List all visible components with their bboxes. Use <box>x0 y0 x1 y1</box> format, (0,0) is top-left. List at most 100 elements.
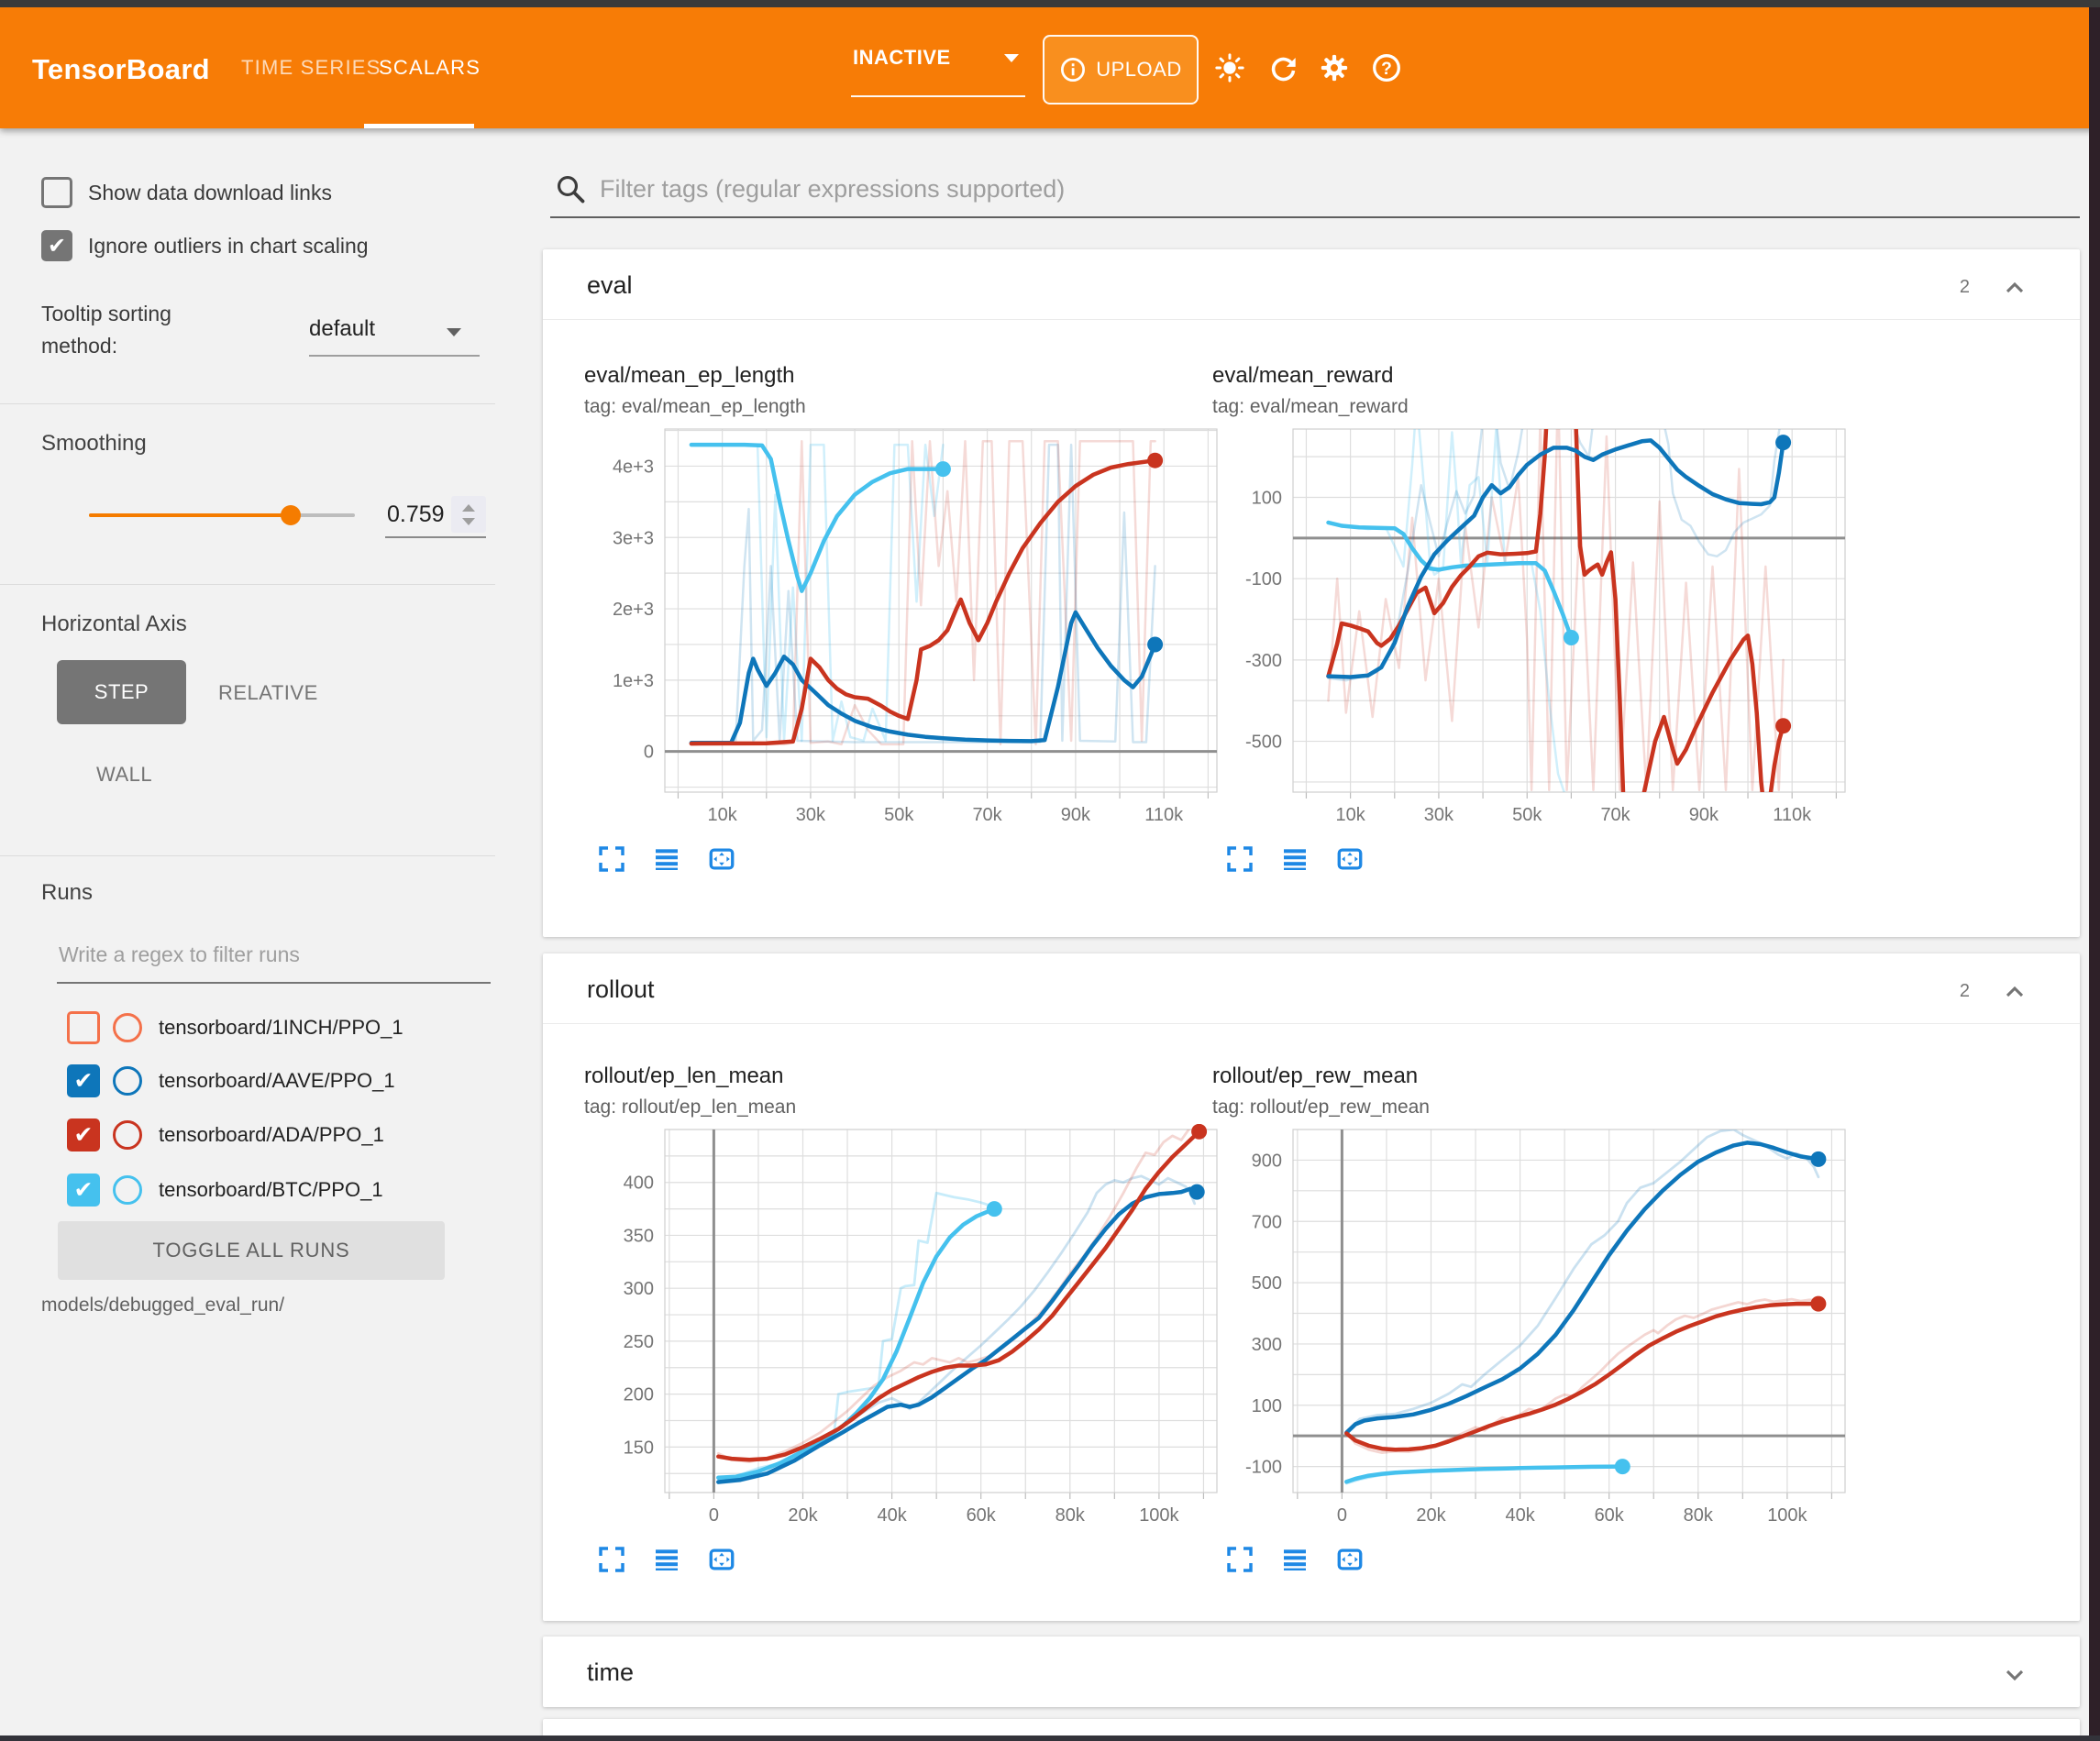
run-checkbox[interactable]: ✔ <box>67 1174 100 1207</box>
sidebar-divider <box>0 403 495 404</box>
run-color-circle[interactable] <box>113 1066 142 1096</box>
svg-text:10k: 10k <box>1335 805 1365 825</box>
fit-domain-icon[interactable] <box>707 1545 738 1576</box>
run-label: tensorboard/ADA/PPO_1 <box>159 1123 384 1147</box>
axis-relative-button[interactable]: RELATIVE <box>218 681 318 705</box>
expand-chart-icon[interactable] <box>1225 844 1256 876</box>
refresh-icon[interactable] <box>1266 51 1299 84</box>
section-title: time <box>587 1658 634 1687</box>
svg-text:0: 0 <box>1337 1505 1347 1526</box>
smoothing-stepper[interactable] <box>451 496 486 533</box>
section-header-time[interactable]: time <box>543 1636 2080 1706</box>
section-header-divider <box>543 319 2080 320</box>
section-card-partial <box>543 1719 2080 1736</box>
svg-text:400: 400 <box>624 1174 654 1194</box>
expand-chart-icon[interactable] <box>597 1545 628 1576</box>
svg-text:3e+3: 3e+3 <box>613 528 654 548</box>
filter-tags-input[interactable] <box>598 165 1977 213</box>
svg-text:100k: 100k <box>1767 1505 1807 1526</box>
svg-text:700: 700 <box>1252 1212 1282 1232</box>
svg-text:110k: 110k <box>1773 805 1812 825</box>
expand-chart-icon[interactable] <box>1225 1545 1256 1576</box>
axis-wall-button[interactable]: WALL <box>96 763 152 787</box>
svg-text:50k: 50k <box>1512 805 1542 825</box>
section-header-eval[interactable]: eval 2 <box>543 249 2080 319</box>
svg-text:300: 300 <box>624 1279 654 1299</box>
ignore-outliers-checkbox[interactable]: ✔ <box>41 230 72 261</box>
app-header: TensorBoard TIME SERIES SCALARS INACTIVE… <box>0 7 2100 128</box>
svg-text:900: 900 <box>1252 1151 1282 1171</box>
collapse-chevron-up-icon[interactable] <box>2000 273 2029 303</box>
run-label: tensorboard/BTC/PPO_1 <box>159 1178 383 1202</box>
svg-text:110k: 110k <box>1144 805 1184 825</box>
svg-text:30k: 30k <box>796 805 826 825</box>
svg-text:-300: -300 <box>1245 651 1282 671</box>
chart-tag: tag: rollout/ep_len_mean <box>584 1096 1226 1118</box>
help-icon[interactable]: ? <box>1370 51 1403 84</box>
fit-domain-icon[interactable] <box>1335 1545 1366 1576</box>
svg-text:30k: 30k <box>1424 805 1454 825</box>
info-icon <box>1059 56 1087 83</box>
run-row-1inch: ✔ tensorboard/1INCH/PPO_1 <box>0 1011 403 1044</box>
data-table-icon[interactable] <box>652 1545 683 1576</box>
brightness-icon[interactable] <box>1213 51 1246 84</box>
fit-domain-icon[interactable] <box>707 844 738 876</box>
fit-domain-icon[interactable] <box>1335 844 1366 876</box>
stepper-down-icon[interactable] <box>462 518 475 525</box>
svg-text:4e+3: 4e+3 <box>613 457 654 477</box>
line-chart-eval-mean-ep-length[interactable]: 01e+32e+33e+34e+310k30k50k70k90k110k <box>584 424 1226 832</box>
stepper-up-icon[interactable] <box>462 504 475 512</box>
runs-filter-input[interactable] <box>57 935 482 974</box>
run-color-circle[interactable] <box>113 1120 142 1150</box>
tooltip-sorting-caret-icon <box>447 328 461 336</box>
section-header-rollout[interactable]: rollout 2 <box>543 953 2080 1023</box>
data-table-icon[interactable] <box>1280 844 1311 876</box>
expand-chart-icon[interactable] <box>597 844 628 876</box>
toggle-all-runs-button[interactable]: TOGGLE ALL RUNS <box>58 1221 445 1280</box>
data-table-icon[interactable] <box>652 844 683 876</box>
upload-button[interactable]: UPLOAD <box>1043 35 1199 105</box>
filter-tags-underline <box>550 216 2080 218</box>
window-scrollbar-strip[interactable] <box>2089 0 2100 1741</box>
collapse-chevron-up-icon[interactable] <box>2000 977 2029 1007</box>
svg-text:500: 500 <box>1252 1273 1282 1294</box>
tooltip-sorting-underline <box>309 355 480 357</box>
status-dropdown[interactable]: INACTIVE <box>853 7 1019 108</box>
line-chart-eval-mean-reward[interactable]: 100-100-300-50010k30k50k70k90k110k <box>1212 424 1854 832</box>
chart-tag: tag: rollout/ep_rew_mean <box>1212 1096 1854 1118</box>
svg-text:?: ? <box>1381 60 1392 79</box>
smoothing-value-input[interactable] <box>385 495 455 534</box>
run-checkbox[interactable]: ✔ <box>67 1118 100 1151</box>
collapse-chevron-down-icon[interactable] <box>2000 1660 2029 1690</box>
svg-text:90k: 90k <box>1061 805 1091 825</box>
window-bottom-strip <box>0 1735 2100 1741</box>
run-checkbox[interactable]: ✔ <box>67 1064 100 1097</box>
smoothing-slider-thumb[interactable] <box>281 505 301 525</box>
run-label: tensorboard/1INCH/PPO_1 <box>159 1016 403 1040</box>
chart-canvas: 150200250300350400020k40k60k80k100k <box>584 1124 1226 1527</box>
smoothing-heading: Smoothing <box>41 431 147 457</box>
settings-sidebar: ✔ Show data download links ✔ Ignore outl… <box>0 128 495 1741</box>
data-table-icon[interactable] <box>1280 1545 1311 1576</box>
tab-scalars[interactable]: SCALARS <box>379 7 481 128</box>
run-checkbox[interactable]: ✔ <box>67 1011 100 1044</box>
axis-step-button[interactable]: STEP <box>57 660 186 724</box>
svg-text:60k: 60k <box>967 1505 997 1526</box>
chart-title: eval/mean_reward <box>1212 363 1854 389</box>
line-chart-rollout-ep-len-mean[interactable]: 150200250300350400020k40k60k80k100k <box>584 1124 1226 1532</box>
svg-text:350: 350 <box>624 1226 654 1246</box>
svg-text:100k: 100k <box>1139 1505 1179 1526</box>
horizontal-axis-heading: Horizontal Axis <box>41 612 187 637</box>
run-color-circle[interactable] <box>113 1013 142 1042</box>
run-color-circle[interactable] <box>113 1175 142 1205</box>
line-chart-rollout-ep-rew-mean[interactable]: -100100300500700900020k40k60k80k100k <box>1212 1124 1854 1532</box>
sidebar-divider <box>0 855 495 856</box>
svg-text:0: 0 <box>644 743 654 763</box>
tab-time-series[interactable]: TIME SERIES <box>241 7 381 128</box>
chart-block-eval-mean-reward: eval/mean_reward tag: eval/mean_reward 1… <box>1212 363 1854 876</box>
tooltip-sorting-select[interactable]: default <box>309 316 375 342</box>
chart-block-rollout-ep-rew-mean: rollout/ep_rew_mean tag: rollout/ep_rew_… <box>1212 1063 1854 1576</box>
show-download-links-checkbox[interactable]: ✔ <box>41 177 72 208</box>
runs-filter-underline <box>57 982 491 984</box>
settings-gear-icon[interactable] <box>1318 51 1351 84</box>
